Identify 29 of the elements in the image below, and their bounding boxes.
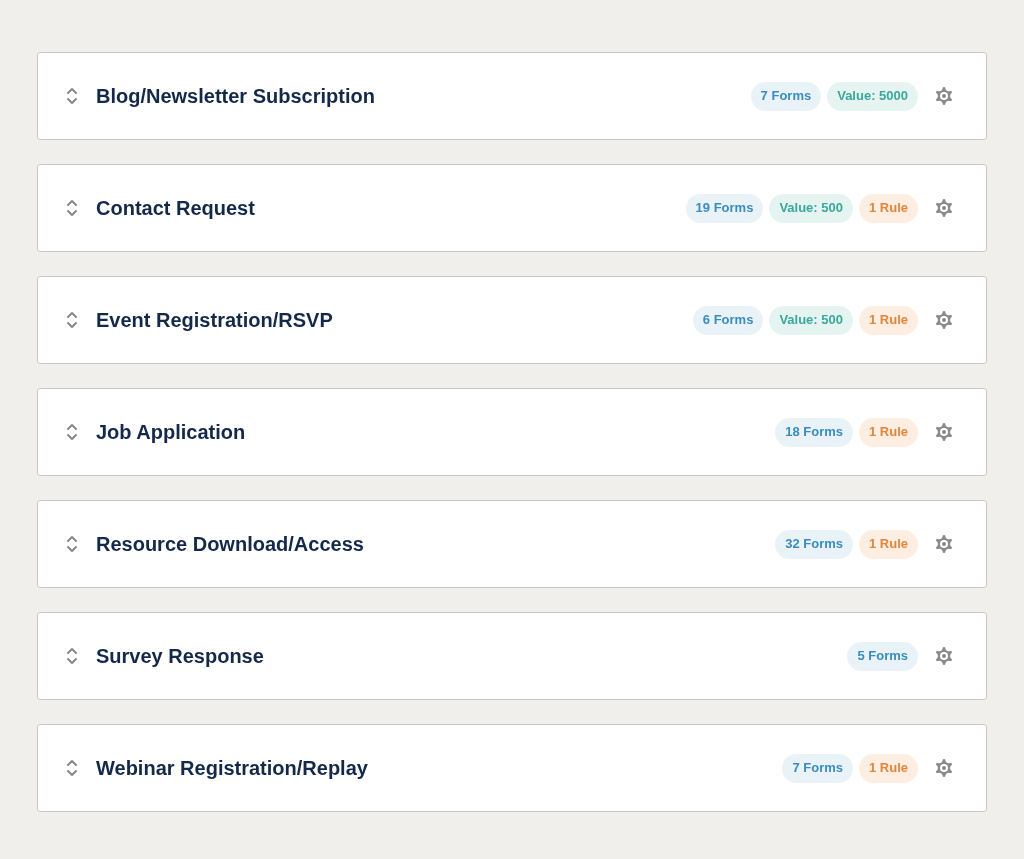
goal-title: Survey Response [96,644,264,669]
sort-icon[interactable] [66,421,78,443]
goal-title: Contact Request [96,196,255,221]
sort-icon[interactable] [66,533,78,555]
badge: 1 Rule [859,193,918,223]
goal-title: Resource Download/Access [96,532,364,557]
goal-title: Event Registration/RSVP [96,308,333,333]
goal-title: Blog/Newsletter Subscription [96,84,375,109]
badge: 32 Forms [775,529,853,559]
sort-icon[interactable] [66,757,78,779]
badge: 7 Forms [782,753,853,783]
badge: 1 Rule [859,417,918,447]
badge: 7 Forms [750,81,822,111]
badge: 1 Rule [859,529,918,559]
badge: 1 Rule [859,305,918,335]
badge: 5 Forms [847,641,918,671]
sort-icon[interactable] [66,309,78,331]
sort-icon[interactable] [66,645,78,667]
badge: 1 Rule [859,753,918,783]
goal-title: Job Application [96,420,246,445]
badge: 6 Forms [692,305,764,335]
badge: Value: 5000 [827,81,918,111]
sort-icon[interactable] [66,85,78,107]
badge: Value: 500 [769,305,853,335]
badge: 19 Forms [685,193,764,223]
sort-icon[interactable] [66,197,78,219]
goal-title: Webinar Registration/Replay [96,756,368,781]
badge: 18 Forms [775,417,853,447]
badge: Value: 500 [769,193,853,223]
